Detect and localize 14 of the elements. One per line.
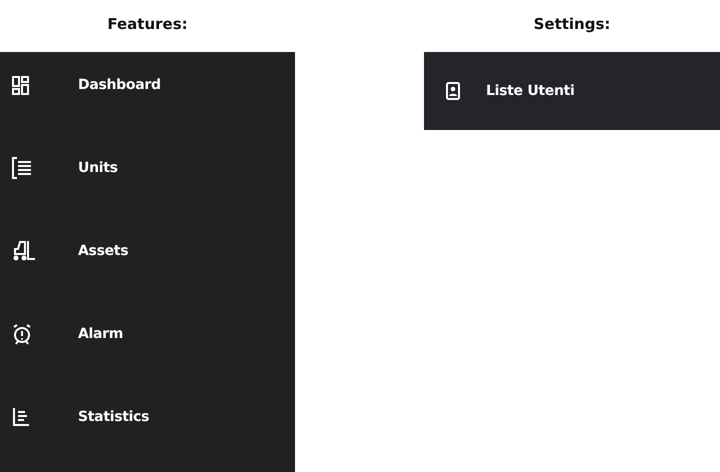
sidebar-item[interactable]: Statistics (78, 409, 150, 425)
features-heading: Features: (106, 14, 189, 35)
sidebar-item[interactable]: Dashboard (78, 77, 161, 93)
sidebar-item[interactable]: Units (78, 160, 118, 176)
sidebar-item[interactable]: Alarm (78, 326, 124, 342)
id-badge-icon (446, 82, 460, 100)
grid-icon (12, 76, 29, 94)
sidebar-item[interactable]: Assets (78, 243, 128, 259)
settings-heading: Settings: (532, 14, 612, 35)
settings-item[interactable]: Liste Utenti (486, 83, 575, 99)
alarm-clock-icon (12, 323, 32, 345)
forklift-icon (12, 240, 36, 262)
list-icon (12, 157, 32, 179)
bar-chart-icon (12, 407, 30, 427)
